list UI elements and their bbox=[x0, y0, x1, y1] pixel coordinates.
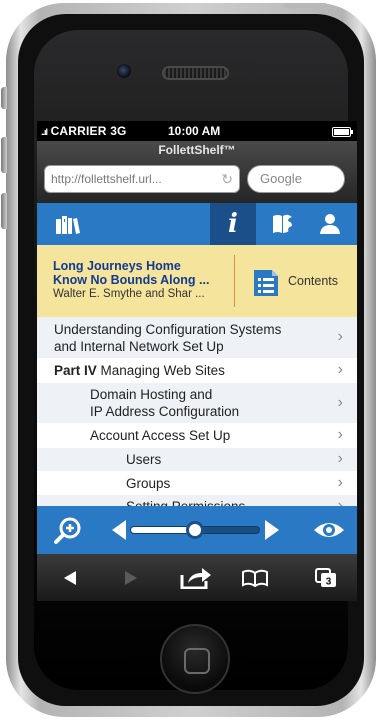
mute-switch bbox=[1, 87, 7, 109]
nav-account-button[interactable] bbox=[307, 203, 353, 245]
toc-item[interactable]: Understanding Configuration Systems and I… bbox=[37, 317, 357, 358]
toc-item[interactable]: Setting Permissions › bbox=[37, 495, 357, 506]
signal-icon: ..ıl bbox=[41, 127, 48, 137]
contents-label: Contents bbox=[288, 274, 339, 288]
book-info-banner: Long Journeys Home Know No Bounds Along … bbox=[37, 245, 357, 318]
page-slider[interactable] bbox=[130, 521, 260, 539]
home-square-icon bbox=[184, 648, 210, 674]
front-camera bbox=[117, 64, 131, 78]
bookshelf-icon bbox=[56, 216, 80, 234]
status-bar: ..ıl CARRIER 3G 10:00 AM bbox=[37, 121, 357, 141]
chevron-right-icon: › bbox=[337, 426, 343, 443]
table-of-contents: Understanding Configuration Systems and I… bbox=[37, 317, 357, 506]
chevron-right-icon: › bbox=[337, 497, 343, 506]
reload-icon[interactable]: ↻ bbox=[221, 166, 233, 192]
clock: 10:00 AM bbox=[168, 124, 221, 138]
search-field[interactable]: Google bbox=[247, 165, 345, 193]
contents-list-icon bbox=[254, 270, 278, 296]
toc-item[interactable]: Domain Hosting and IP Address Configurati… bbox=[37, 383, 357, 423]
page-title: FollettShelf™ bbox=[158, 143, 236, 157]
app-nav-bar: i bbox=[37, 203, 357, 245]
toc-item[interactable]: Part IV Managing Web Sites › bbox=[37, 358, 357, 383]
zoom-in-icon[interactable] bbox=[53, 516, 83, 546]
battery-icon bbox=[332, 127, 353, 137]
toc-item[interactable]: Account Access Set Up › bbox=[37, 423, 357, 448]
chevron-right-icon: › bbox=[337, 328, 343, 345]
toc-item-label: Part IV Managing Web Sites bbox=[54, 363, 225, 378]
chevron-right-icon: › bbox=[337, 361, 343, 378]
carrier-label: ..ıl CARRIER 3G bbox=[41, 124, 127, 138]
share-button[interactable] bbox=[171, 554, 221, 601]
url-text: http://follettshelf.url... bbox=[51, 172, 162, 186]
toc-item[interactable]: Users › bbox=[37, 448, 357, 471]
forward-arrow-icon bbox=[125, 570, 137, 585]
safari-toolbar: 3 bbox=[37, 554, 357, 601]
forward-button[interactable] bbox=[106, 554, 156, 601]
book-title-line1: Long Journeys Home bbox=[53, 259, 181, 273]
share-icon bbox=[180, 567, 211, 589]
earpiece-speaker bbox=[162, 66, 229, 80]
notes-icon bbox=[273, 214, 292, 233]
phone-screen: ..ıl CARRIER 3G 10:00 AM FollettShelf™ h… bbox=[37, 121, 357, 601]
volume-up-button bbox=[1, 137, 7, 173]
user-icon bbox=[320, 214, 340, 234]
previous-page-icon[interactable] bbox=[112, 520, 126, 540]
slider-knob[interactable] bbox=[186, 521, 204, 539]
volume-down-button bbox=[1, 193, 7, 229]
next-page-icon[interactable] bbox=[265, 520, 279, 540]
toc-item-label: Understanding Configuration Systems and I… bbox=[54, 322, 282, 354]
toc-item-label: Account Access Set Up bbox=[90, 428, 231, 443]
back-button[interactable] bbox=[45, 554, 95, 601]
power-button bbox=[284, 3, 328, 8]
bookmarks-book-icon bbox=[242, 569, 268, 587]
tabs-count: 3 bbox=[326, 576, 332, 587]
toc-item-label: Setting Permissions bbox=[126, 498, 245, 506]
contents-button[interactable]: Contents bbox=[242, 255, 352, 307]
nav-info-button[interactable]: i bbox=[210, 203, 256, 245]
browser-bar: FollettShelf™ http://follettshelf.url...… bbox=[37, 141, 357, 203]
chevron-right-icon: › bbox=[337, 450, 343, 467]
tabs-button[interactable]: 3 bbox=[301, 554, 351, 601]
info-icon: i bbox=[228, 209, 238, 239]
nav-shelf-button[interactable] bbox=[45, 203, 91, 245]
home-button[interactable] bbox=[160, 624, 230, 694]
chevron-right-icon: › bbox=[337, 474, 343, 491]
eye-icon[interactable] bbox=[313, 518, 345, 542]
tabs-icon: 3 bbox=[315, 567, 336, 587]
nav-notes-button[interactable] bbox=[259, 203, 305, 245]
book-title-line2: Know No Bounds Along ... bbox=[53, 273, 210, 287]
toc-item-label: Users bbox=[126, 452, 162, 467]
toc-item-label: Domain Hosting and IP Address Configurati… bbox=[90, 387, 240, 419]
bookmarks-button[interactable] bbox=[230, 554, 280, 601]
toc-item-label: Groups bbox=[126, 476, 171, 491]
book-authors: Walter E. Smythe and Shar ... bbox=[53, 288, 205, 300]
url-field[interactable]: http://follettshelf.url... ↻ bbox=[44, 165, 240, 193]
back-arrow-icon bbox=[64, 570, 76, 585]
reader-toolbar bbox=[37, 506, 357, 554]
banner-divider bbox=[234, 255, 235, 307]
toc-item[interactable]: Groups › bbox=[37, 471, 357, 495]
chevron-right-icon: › bbox=[337, 394, 343, 411]
